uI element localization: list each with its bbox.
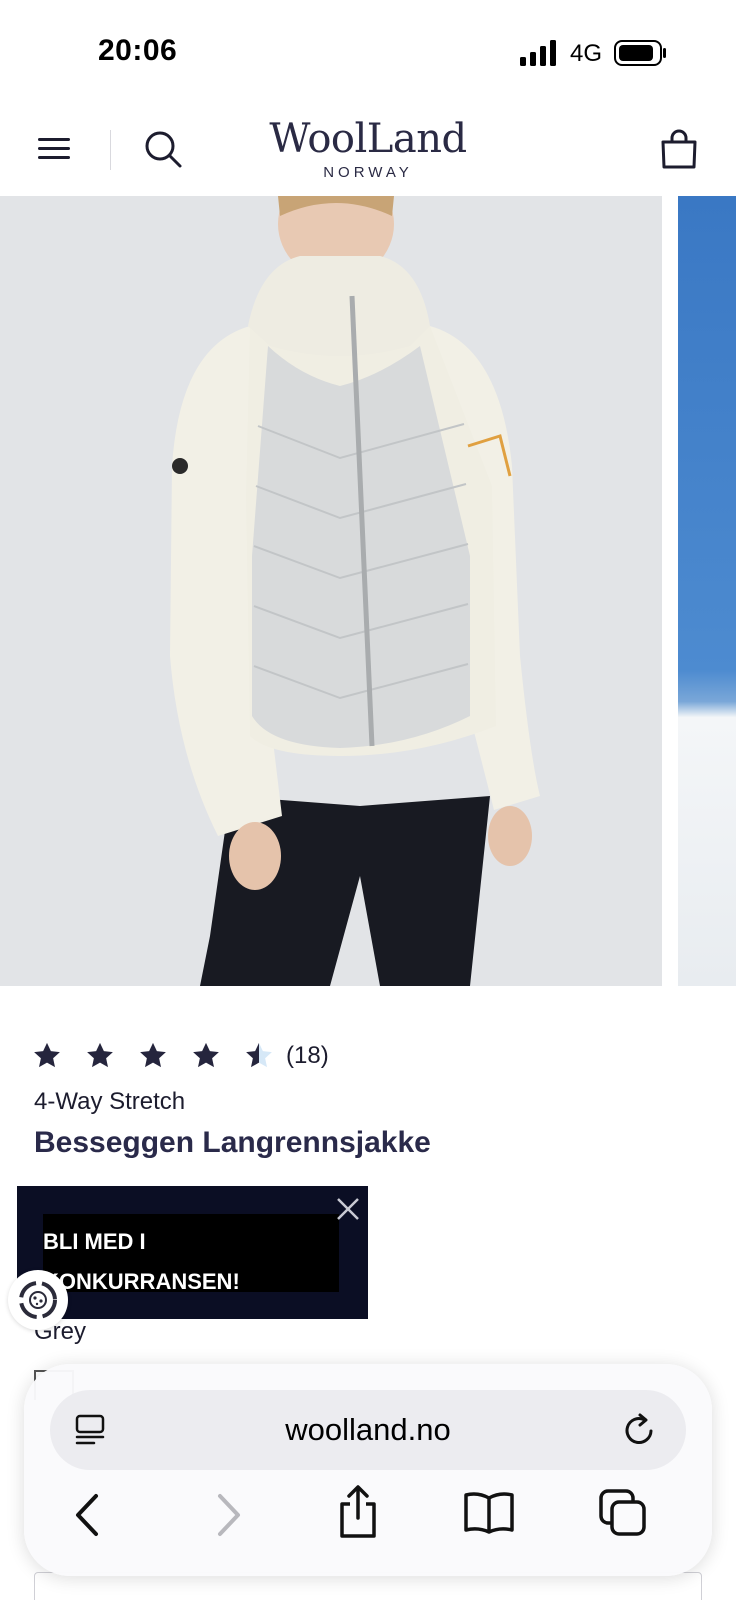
star-icon	[140, 1042, 166, 1068]
product-image-carousel[interactable]	[0, 196, 736, 986]
header-divider	[110, 130, 111, 170]
logo-wordmark: WoolLand	[269, 116, 467, 162]
product-subtitle: 4-Way Stretch	[34, 1088, 186, 1115]
logo-tagline: NORWAY	[323, 164, 413, 181]
rating-count: (18)	[286, 1042, 329, 1069]
promo-text[interactable]: BLI MED I KONKURRANSEN!	[43, 1222, 343, 1302]
half-star-icon	[246, 1042, 272, 1068]
url-text[interactable]: woolland.no	[50, 1390, 686, 1470]
size-selector[interactable]	[34, 1572, 702, 1600]
product-rating[interactable]: (18)	[32, 1038, 329, 1074]
star-icon	[87, 1042, 113, 1068]
signal-icon	[520, 40, 556, 66]
battery-icon	[614, 40, 666, 66]
promo-popup[interactable]: BLI MED I KONKURRANSEN!	[17, 1186, 368, 1319]
network-label: 4G	[570, 40, 603, 67]
star-icon	[34, 1042, 60, 1068]
forward-icon[interactable]	[208, 1490, 248, 1540]
product-image-next[interactable]	[678, 196, 736, 986]
cookie-icon	[19, 1281, 57, 1319]
status-bar: 20:06 4G	[0, 0, 736, 100]
star-icon	[193, 1042, 219, 1068]
back-icon[interactable]	[68, 1490, 108, 1540]
browser-toolbar: woolland.no	[24, 1364, 712, 1576]
cookie-settings-button[interactable]	[8, 1270, 68, 1330]
close-icon[interactable]	[335, 1196, 361, 1222]
address-bar[interactable]: woolland.no	[50, 1390, 686, 1470]
reload-icon[interactable]	[620, 1410, 660, 1450]
shopping-bag-icon[interactable]	[658, 128, 700, 170]
search-icon[interactable]	[142, 128, 184, 170]
bookmarks-icon[interactable]	[462, 1490, 516, 1536]
tabs-icon[interactable]	[598, 1488, 648, 1538]
status-time: 20:06	[98, 34, 178, 67]
product-title: Besseggen Langrennsjakke	[34, 1126, 431, 1159]
menu-icon[interactable]	[36, 132, 74, 164]
share-icon[interactable]	[334, 1484, 382, 1540]
reader-icon[interactable]	[72, 1412, 108, 1448]
brand-logo[interactable]: WoolLand NORWAY	[248, 116, 488, 181]
site-header: WoolLand NORWAY	[0, 100, 736, 196]
jacket-photo	[170, 196, 540, 986]
product-image-main[interactable]	[0, 196, 662, 986]
